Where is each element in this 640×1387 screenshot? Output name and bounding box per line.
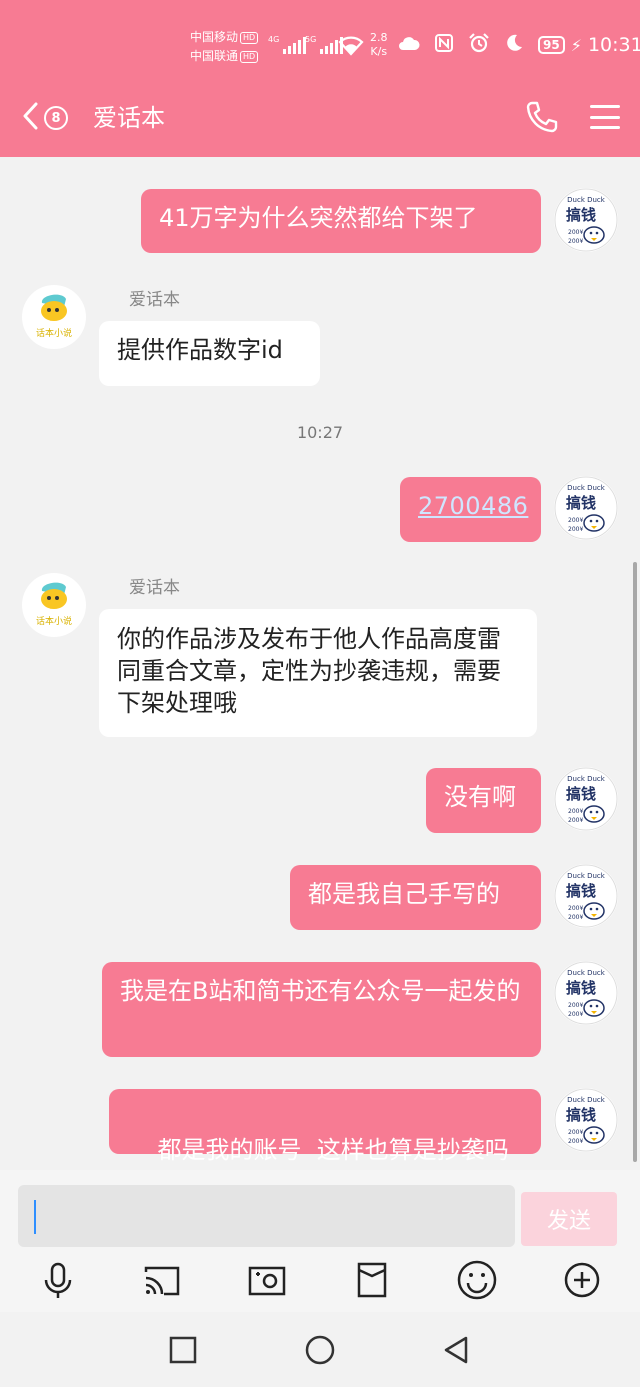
network-speed: 2.8 K/s [370,31,388,58]
svg-text:话本小说: 话本小说 [36,327,72,339]
message-bubble-sent[interactable]: 没有啊 [426,768,541,833]
message-bubble-received[interactable]: 你的作品涉及发布于他人作品高度雷同重合文章，定性为抄袭违规，需要下架处理哦 [99,609,537,737]
phone-icon [524,101,560,139]
carrier-name-2: 中国联通 [190,49,239,63]
hd-badge: HD [240,32,259,44]
message-timestamp: 10:27 [296,423,344,442]
avatar-other[interactable]: 话本小说 [22,285,86,349]
svg-text:200¥: 200¥ [568,1138,583,1145]
svg-text:200¥: 200¥ [568,526,583,533]
hd-badge: HD [240,51,259,63]
message-bubble-sent[interactable]: 都是我的账号 这样也算是抄袭吗 [109,1089,541,1164]
svg-text:200¥: 200¥ [568,808,583,815]
charging-icon: ⚡ [570,35,582,55]
unread-badge: 8 [44,106,68,130]
moon-icon [504,33,524,57]
avatar-me[interactable]: Duck Duck 搞钱 200¥ 200¥ [554,188,618,252]
message-bubble-received[interactable]: 提供作品数字id [99,321,320,386]
scrollbar[interactable] [633,562,637,1162]
network-type-1: 4G [268,35,280,44]
chat-header: 8 爱话本 [0,80,640,157]
sender-name: 爱话本 [129,290,180,310]
avatar-me[interactable]: Duck Duck 搞钱 200¥ 200¥ [554,476,618,540]
chevron-left-icon [22,102,38,134]
svg-text:搞钱: 搞钱 [566,979,596,997]
carrier-name-1: 中国移动 [190,30,239,44]
svg-text:搞钱: 搞钱 [566,1106,596,1124]
text-caret [34,1200,36,1234]
svg-text:200¥: 200¥ [568,1002,583,1009]
file-icon[interactable] [350,1258,394,1302]
recents-button[interactable] [165,1332,201,1368]
back-button[interactable]: 8 [22,100,82,136]
network-type-2: 5G [305,35,317,44]
microphone-icon[interactable] [36,1258,80,1302]
chat-title: 爱话本 [93,104,165,132]
chat-messages[interactable]: 41万字为什么突然都给下架了 Duck Duck 搞钱 200¥ 200¥ 话本小说 … [0,157,640,1170]
svg-text:200¥: 200¥ [568,817,583,824]
message-bubble-sent[interactable]: 41万字为什么突然都给下架了 [141,189,541,253]
camera-icon[interactable] [245,1258,289,1302]
cast-icon[interactable] [140,1258,184,1302]
system-nav-bar [0,1312,640,1387]
avatar-me[interactable]: Duck Duck 搞钱 200¥ 200¥ [554,961,618,1025]
cloud-icon [398,35,420,55]
svg-text:200¥: 200¥ [568,517,583,524]
back-nav-button[interactable] [438,1332,474,1368]
svg-text:搞钱: 搞钱 [566,785,596,803]
svg-text:200¥: 200¥ [568,914,583,921]
message-bubble-sent[interactable]: 2700486 [400,477,541,542]
home-button[interactable] [302,1332,338,1368]
status-time: 10:31 [587,34,640,56]
svg-text:搞钱: 搞钱 [566,882,596,900]
carrier-info: 中国移动 HD 中国联通 HD [190,28,259,66]
avatar-me[interactable]: Duck Duck 搞钱 200¥ 200¥ [554,864,618,928]
svg-text:200¥: 200¥ [568,238,583,245]
wifi-icon [338,34,364,60]
send-button[interactable]: 发送 [521,1192,617,1246]
phone-call-button[interactable] [524,99,560,135]
svg-text:Duck Duck: Duck Duck [567,1096,606,1104]
battery-icon: 95 [538,36,565,54]
svg-text:搞钱: 搞钱 [566,494,596,512]
status-bar: 中国移动 HD 中国联通 HD 4G 5G 2.8 K/s 95 ⚡ 10:31 [0,0,640,80]
avatar-me[interactable]: Duck Duck 搞钱 200¥ 200¥ [554,767,618,831]
svg-text:搞钱: 搞钱 [566,206,596,224]
battery-level: 95 [543,38,560,52]
sender-name: 爱话本 [129,578,180,598]
signal-icon: 4G [268,35,307,54]
emoji-icon[interactable] [455,1258,499,1302]
svg-text:Duck Duck: Duck Duck [567,775,606,783]
svg-text:200¥: 200¥ [568,1011,583,1018]
status-icons: 95 ⚡ 10:31 [398,32,640,58]
input-bar: 发送 [0,1170,640,1254]
message-link[interactable]: 2700486 [418,492,528,520]
svg-text:Duck Duck: Duck Duck [567,969,606,977]
avatar-me[interactable]: Duck Duck 搞钱 200¥ 200¥ [554,1088,618,1152]
chat-toolbar [0,1254,640,1312]
menu-button[interactable] [590,102,620,132]
svg-text:Duck Duck: Duck Duck [567,196,606,204]
svg-text:200¥: 200¥ [568,1129,583,1136]
svg-text:Duck Duck: Duck Duck [567,872,606,880]
svg-text:200¥: 200¥ [568,229,583,236]
plus-icon[interactable] [560,1258,604,1302]
message-bubble-sent[interactable]: 我是在B站和简书还有公众号一起发的 [102,962,541,1057]
svg-text:话本小说: 话本小说 [36,615,72,627]
alarm-icon [468,32,490,58]
svg-text:Duck Duck: Duck Duck [567,484,606,492]
svg-text:200¥: 200¥ [568,905,583,912]
message-input[interactable] [18,1185,515,1247]
nfc-icon [434,33,454,57]
avatar-other[interactable]: 话本小说 [22,573,86,637]
message-bubble-sent[interactable]: 都是我自己手写的 [290,865,541,930]
